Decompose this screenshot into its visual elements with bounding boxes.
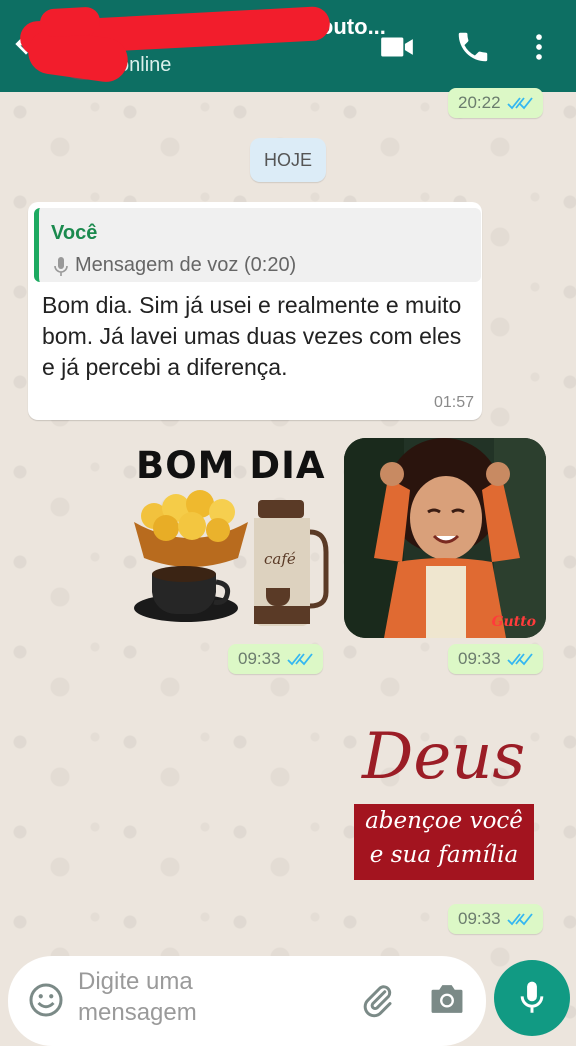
sticker-banner: abençoe você e sua família [354,804,534,880]
read-receipt-icon [506,653,533,666]
sticker-girl[interactable]: Gutto [344,438,546,638]
message-time: 09:33 [448,904,543,934]
voice-record-button[interactable] [494,960,570,1036]
banner-line-2: e sua família [369,842,519,868]
phone-call-icon[interactable] [454,28,492,66]
video-call-icon[interactable] [378,28,416,66]
message-text: Bom dia. Sim já usei e realmente e muito… [42,292,462,380]
mic-icon [54,257,68,276]
sticker-title: BOM DIA [136,444,326,487]
chat-header: Maria Aparecida Souto... online [0,0,576,92]
camera-icon[interactable] [428,982,466,1016]
coffee-illustration [134,490,329,626]
sticker-deus[interactable]: Deus abençoe você e sua família [350,720,546,884]
message-time: 01:57 [433,394,474,411]
sticker-title: Deus [362,720,526,794]
read-receipt-icon [506,97,533,110]
attach-icon[interactable] [360,982,396,1018]
time-label: 09:33 [458,909,501,928]
thermos-label: café [264,550,296,568]
more-options-icon[interactable] [522,28,556,66]
message-time: 09:33 [448,644,543,674]
time-label: 09:33 [458,649,501,668]
banner-line-1: abençoe você [365,808,523,834]
girl-illustration [344,438,546,638]
redaction-mark [39,6,101,38]
read-receipt-icon [286,653,313,666]
quote-author: Você [51,222,98,244]
read-receipt-icon [506,913,533,926]
message-time: 20:22 [448,88,543,118]
quote-text: Mensagem de voz (0:20) [75,254,297,276]
emoji-icon[interactable] [28,982,64,1018]
message-input-placeholder[interactable]: Digite uma mensagem [78,966,258,1028]
sticker-signature: Gutto [491,614,536,630]
message-time: 09:33 [228,644,323,674]
message-input-box[interactable]: Digite uma mensagem [8,956,486,1046]
time-label: 09:33 [238,649,281,668]
date-chip: HOJE [250,138,326,182]
time-label: 20:22 [458,93,501,112]
message-bubble[interactable]: Você Mensagem de voz (0:20) Bom dia. Sim… [28,202,482,420]
mic-icon [520,981,544,1013]
quoted-message[interactable]: Você Mensagem de voz (0:20) [34,208,481,282]
sticker-bom-dia[interactable]: BOM DIA café [130,440,330,636]
